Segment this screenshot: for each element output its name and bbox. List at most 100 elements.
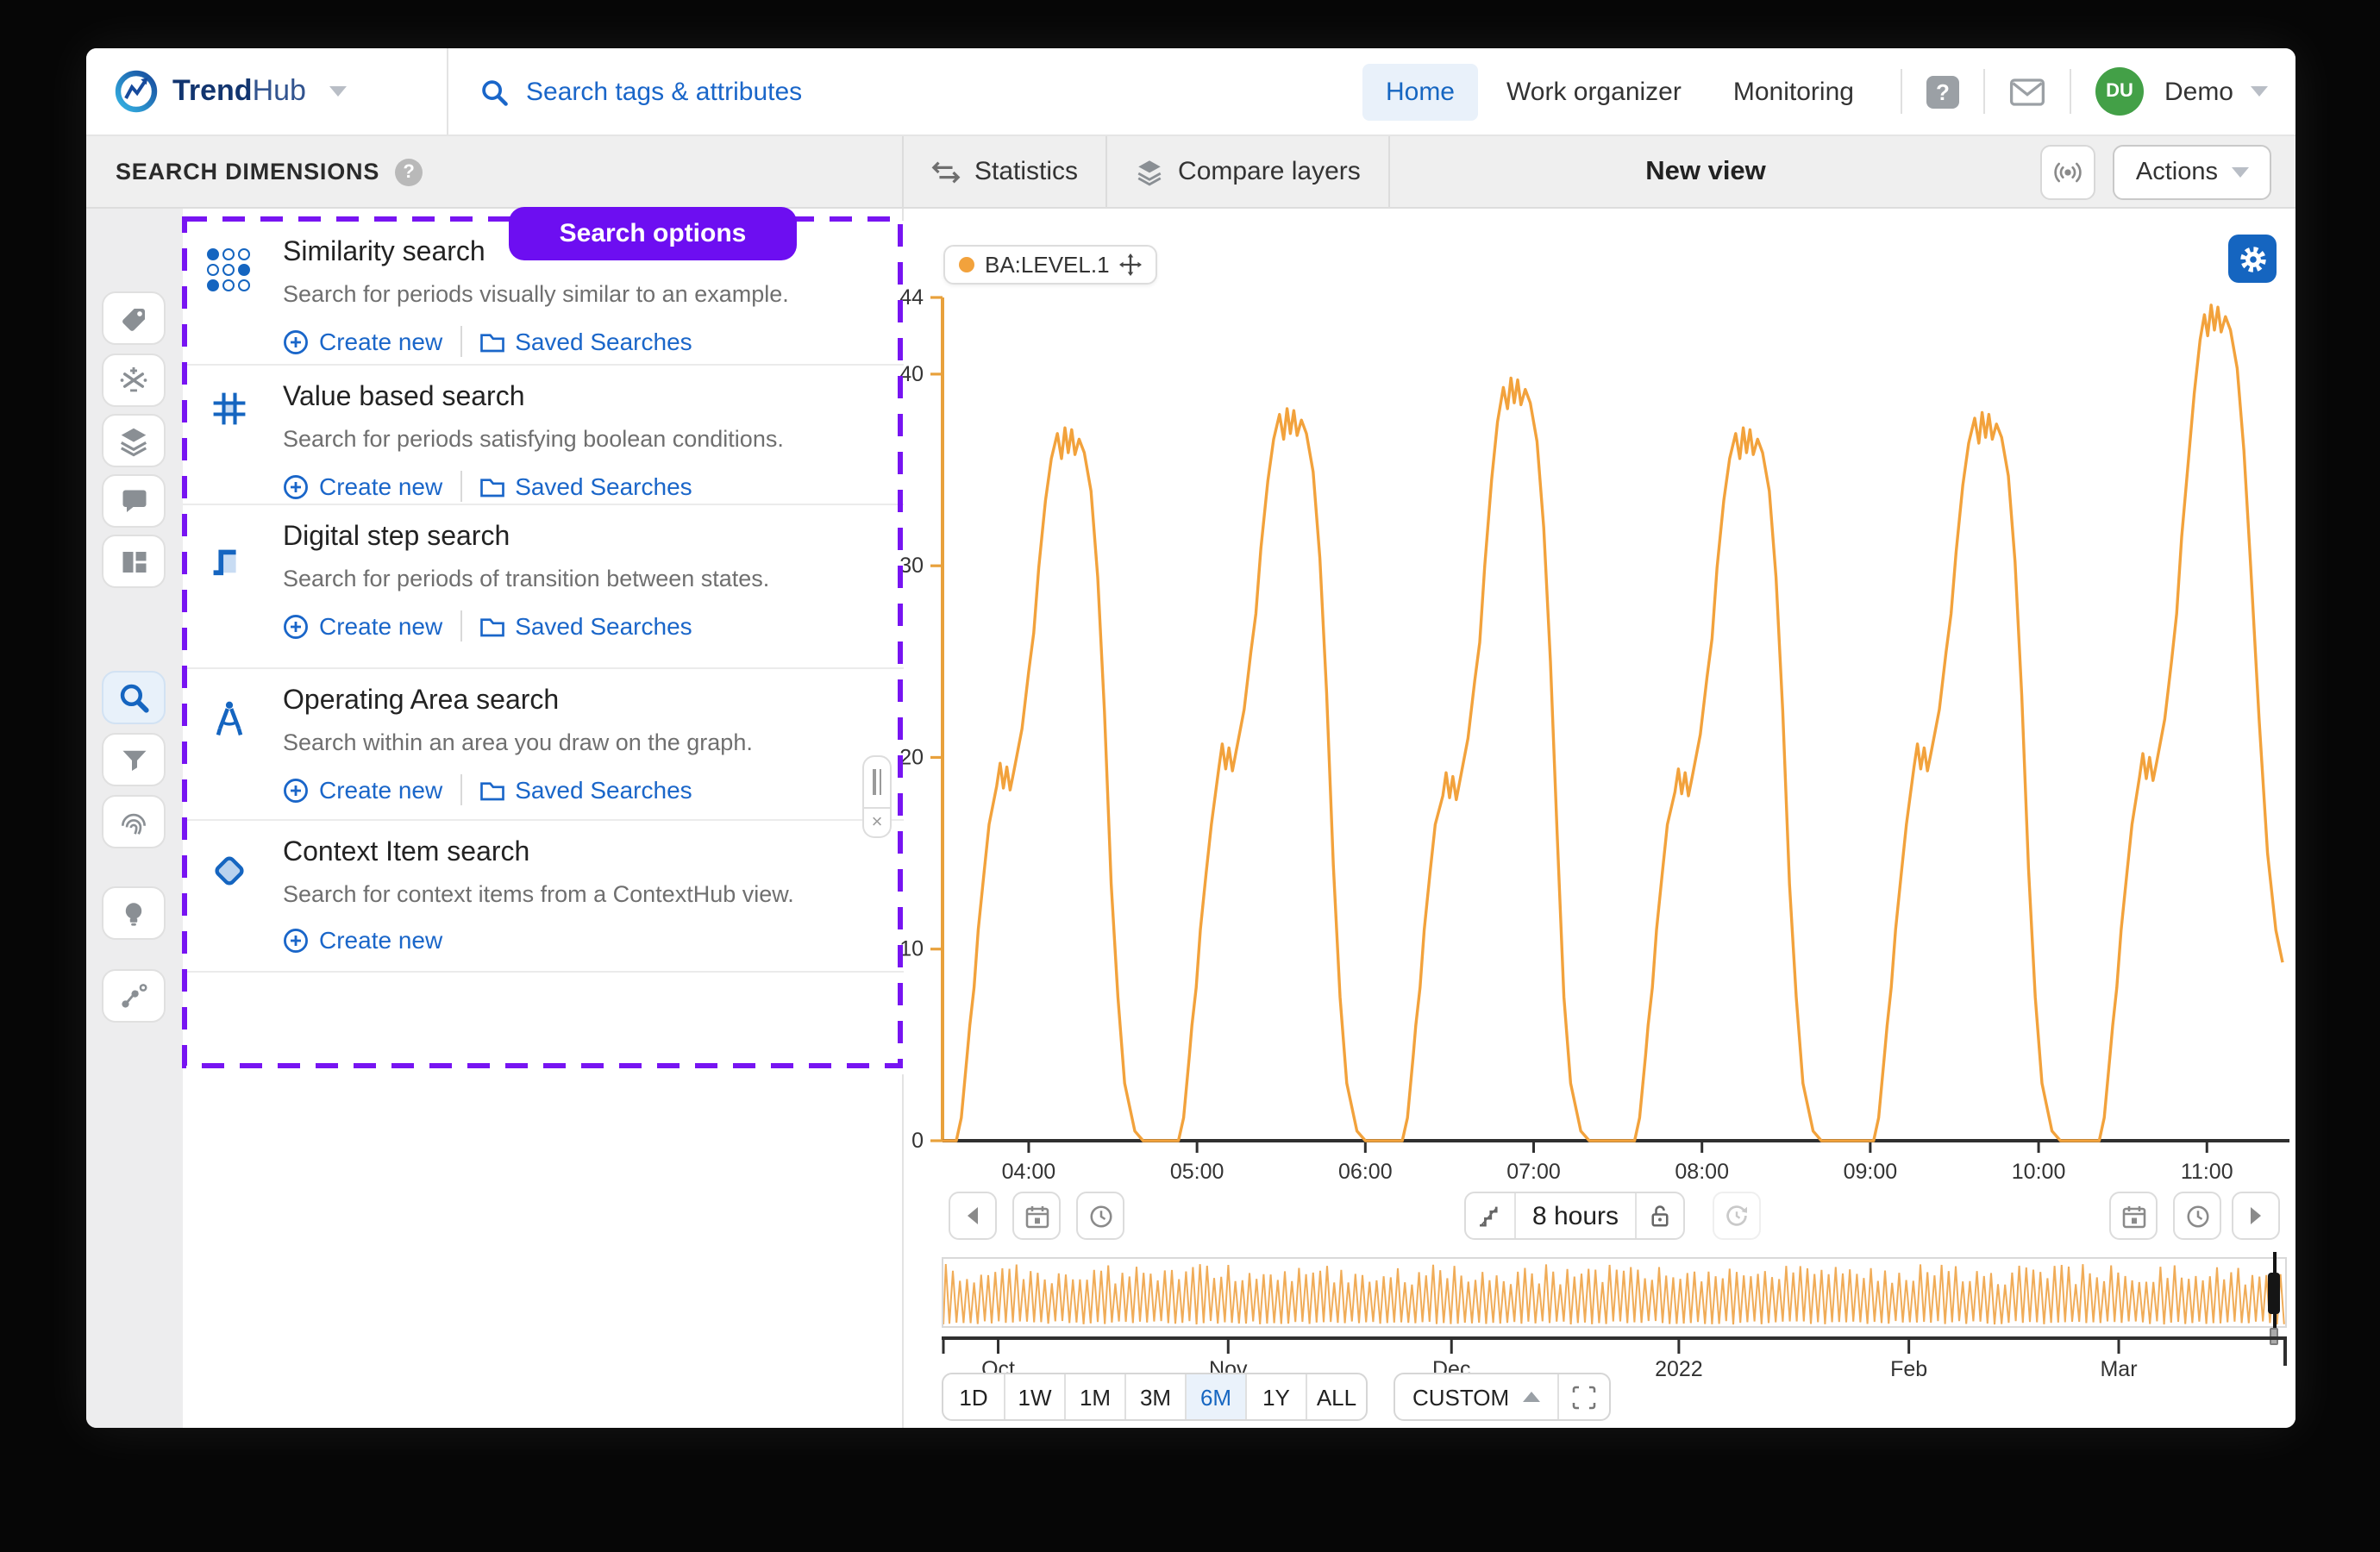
series-name: BA:LEVEL.1 <box>985 252 1110 278</box>
rail-recommendations-button[interactable] <box>102 886 166 940</box>
range-button-group: 1D1W1M3M6M1YALL <box>942 1373 1368 1421</box>
rail-layers-button[interactable] <box>102 414 166 467</box>
trendhub-logo-icon <box>114 69 159 114</box>
search-icon <box>479 77 509 106</box>
create-new-link[interactable]: Create new <box>283 926 442 954</box>
layers-icon <box>117 424 150 457</box>
saved-searches-link[interactable]: Saved Searches <box>479 472 692 500</box>
help-icon[interactable]: ? <box>1926 75 1959 108</box>
rail-tags-button[interactable] <box>102 291 166 345</box>
rail-filter-button[interactable] <box>102 733 166 786</box>
panel-help-icon[interactable]: ? <box>395 158 423 185</box>
end-time-button[interactable] <box>2173 1192 2221 1240</box>
fit-view-button[interactable] <box>1557 1374 1609 1419</box>
saved-searches-link[interactable]: Saved Searches <box>479 612 692 640</box>
chart-type-button[interactable] <box>1466 1193 1514 1238</box>
trend-chart[interactable]: 0102030404404:0005:0006:0007:0008:0009:0… <box>880 272 2295 1238</box>
custom-range-button[interactable]: CUSTOM <box>1395 1374 1557 1419</box>
card-title: Context Item search <box>283 838 880 869</box>
duration-value[interactable]: 8 hours <box>1514 1193 1635 1238</box>
divider <box>460 774 461 805</box>
fingerprint-icon <box>117 805 150 838</box>
avatar[interactable]: DU <box>2095 67 2144 116</box>
digital-step-search-icon <box>207 536 252 581</box>
start-date-button[interactable] <box>1012 1192 1061 1240</box>
rail-network-button[interactable] <box>102 969 166 1023</box>
range-button-1w[interactable]: 1W <box>1004 1374 1064 1419</box>
rail-formulas-button[interactable] <box>102 354 166 407</box>
svg-text:0: 0 <box>911 1129 924 1153</box>
range-button-1d[interactable]: 1D <box>943 1374 1004 1419</box>
rail-comments-button[interactable] <box>102 474 166 528</box>
month-label: Feb <box>1890 1357 1927 1380</box>
actions-button[interactable]: Actions <box>2114 144 2271 199</box>
panel-title: SEARCH DIMENSIONS <box>116 159 379 185</box>
broadcast-icon <box>2051 156 2086 187</box>
svg-text:30: 30 <box>899 554 924 578</box>
rail-dashboard-button[interactable] <box>102 535 166 588</box>
lock-duration-button[interactable] <box>1635 1193 1683 1238</box>
saved-searches-link[interactable]: Saved Searches <box>479 776 692 804</box>
nav-monitoring[interactable]: Monitoring <box>1711 63 1876 120</box>
card-description: Search for context items from a ContextH… <box>283 881 880 907</box>
context-item-search-icon <box>207 848 252 893</box>
create-new-link[interactable]: Create new <box>283 612 442 640</box>
lightbulb-icon <box>119 898 148 929</box>
brand: TrendHub <box>86 48 448 135</box>
panel-close-button[interactable]: × <box>862 809 892 838</box>
divider <box>1901 69 1902 114</box>
card-title: Operating Area search <box>283 686 880 717</box>
range-button-1m[interactable]: 1M <box>1064 1374 1124 1419</box>
saved-searches-link[interactable]: Saved Searches <box>479 328 692 355</box>
search-dimensions-panel: Similarity search Search for periods vis… <box>183 209 904 1428</box>
custom-range-group: CUSTOM <box>1394 1373 1611 1421</box>
selection-handle[interactable] <box>2268 1273 2280 1314</box>
step-back-button[interactable] <box>949 1192 997 1240</box>
formula-icon <box>117 364 150 397</box>
folder-icon <box>479 330 504 353</box>
user-menu-caret-icon[interactable] <box>2251 86 2268 97</box>
range-button-6m[interactable]: 6M <box>1185 1374 1245 1419</box>
calendar-icon <box>1024 1203 1049 1229</box>
end-date-button[interactable] <box>2109 1192 2158 1240</box>
plus-circle-icon <box>283 777 309 803</box>
nav-work-organizer[interactable]: Work organizer <box>1484 63 1704 120</box>
create-new-link[interactable]: Create new <box>283 472 442 500</box>
rail-search-button[interactable] <box>102 671 166 724</box>
divider <box>2070 69 2071 114</box>
global-search[interactable]: Search tags & attributes <box>448 77 1173 106</box>
legend-chip[interactable]: BA:LEVEL.1 <box>943 245 1158 285</box>
swap-arrows-icon <box>931 160 961 184</box>
card-title: Digital step search <box>283 523 880 554</box>
nav-home[interactable]: Home <box>1363 63 1477 120</box>
app-switcher-caret-icon[interactable] <box>330 86 348 97</box>
left-icon-rail <box>86 209 183 1428</box>
card-value-based-search: Value based search Search for periods sa… <box>183 364 904 504</box>
signal-steps-icon <box>1476 1202 1504 1230</box>
statistics-tab[interactable]: Statistics <box>904 136 1105 207</box>
chart-settings-button[interactable] <box>2228 235 2277 283</box>
range-button-3m[interactable]: 3M <box>1124 1374 1185 1419</box>
folder-icon <box>479 475 504 498</box>
range-button-all[interactable]: ALL <box>1306 1374 1366 1419</box>
broadcast-button[interactable] <box>2041 144 2096 199</box>
splitter-grip[interactable] <box>862 755 892 809</box>
create-new-link[interactable]: Create new <box>283 328 442 355</box>
step-forward-button[interactable] <box>2232 1192 2280 1240</box>
card-context-item-search: Context Item search Search for context i… <box>183 819 904 971</box>
rail-fingerprint-button[interactable] <box>102 795 166 848</box>
range-button-1y[interactable]: 1Y <box>1245 1374 1306 1419</box>
plus-circle-icon <box>283 329 309 354</box>
overview-strip[interactable] <box>942 1257 2287 1328</box>
compare-layers-tab[interactable]: Compare layers <box>1107 136 1388 207</box>
panel-header: SEARCH DIMENSIONS ? <box>86 136 904 207</box>
card-operating-area-search: Operating Area search Search within an a… <box>183 667 904 819</box>
move-icon[interactable] <box>1120 253 1143 276</box>
month-label: Mar <box>2100 1357 2137 1380</box>
create-new-link[interactable]: Create new <box>283 776 442 804</box>
plus-circle-icon <box>283 473 309 499</box>
panel-empty-area <box>183 971 904 1074</box>
history-button[interactable] <box>1713 1192 1761 1240</box>
start-time-button[interactable] <box>1076 1192 1124 1240</box>
mail-icon[interactable] <box>2009 77 2045 106</box>
